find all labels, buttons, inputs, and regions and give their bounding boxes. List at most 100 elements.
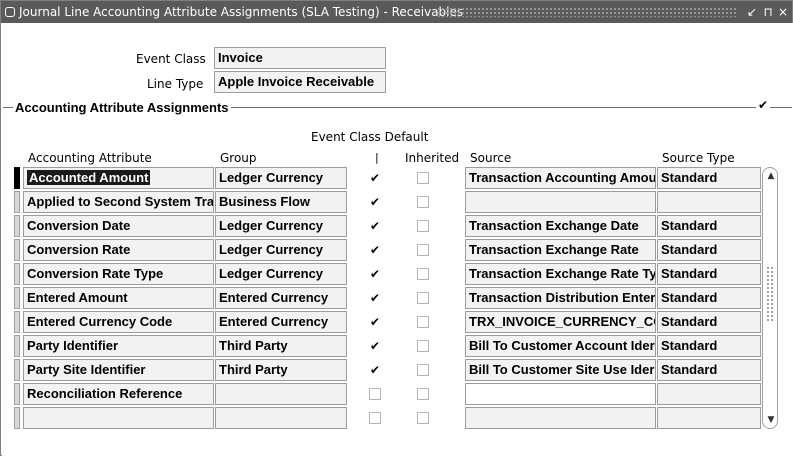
source-field[interactable]: Transaction Distribution Enter: [465, 287, 656, 309]
source-type-field[interactable]: Standard: [657, 263, 761, 285]
source-type-field[interactable]: Standard: [657, 359, 761, 381]
group-field[interactable]: Third Party: [215, 359, 347, 381]
scroll-up-icon[interactable]: ▲: [765, 170, 777, 182]
inherited-checkbox[interactable]: [417, 364, 429, 376]
row-indicator[interactable]: [14, 287, 20, 309]
group-header: Group: [220, 151, 257, 165]
group-field[interactable]: [215, 383, 347, 405]
source-field[interactable]: Transaction Exchange Rate Ty: [465, 263, 656, 285]
row-indicator[interactable]: [14, 167, 20, 189]
default-check-icon[interactable]: ✔: [369, 244, 381, 256]
source-field[interactable]: Transaction Exchange Rate: [465, 239, 656, 261]
accounting-attribute-field[interactable]: Accounted Amount: [23, 167, 214, 189]
inherited-header: Inherited: [405, 151, 460, 165]
column-separator: |: [375, 151, 379, 164]
group-field[interactable]: [215, 407, 347, 429]
source-type-field[interactable]: Standard: [657, 239, 761, 261]
window: Journal Line Accounting Attribute Assign…: [0, 0, 793, 456]
accounting-attribute-header: Accounting Attribute: [28, 151, 152, 165]
row-indicator[interactable]: [14, 239, 20, 261]
group-field[interactable]: Ledger Currency: [215, 239, 347, 261]
source-field[interactable]: Bill To Customer Site Use Ider: [465, 359, 656, 381]
scroll-grip[interactable]: [766, 266, 774, 322]
row-indicator[interactable]: [14, 383, 20, 405]
close-icon[interactable]: ×: [776, 5, 790, 19]
group-field[interactable]: Entered Currency: [215, 287, 347, 309]
event-class-label: Event Class: [136, 52, 206, 66]
inherited-checkbox[interactable]: [417, 388, 429, 400]
accounting-attribute-value: Conversion Rate: [27, 242, 131, 257]
source-field[interactable]: Bill To Customer Account Ider: [465, 335, 656, 357]
default-check-icon[interactable]: ✔: [369, 220, 381, 232]
inherited-checkbox[interactable]: [417, 172, 429, 184]
inherited-checkbox[interactable]: [417, 268, 429, 280]
source-type-field[interactable]: Standard: [657, 167, 761, 189]
accounting-attribute-field[interactable]: Conversion Date: [23, 215, 214, 237]
maximize-icon[interactable]: ⊓: [761, 5, 775, 19]
inherited-checkbox[interactable]: [417, 316, 429, 328]
row-indicator[interactable]: [14, 407, 20, 429]
source-field[interactable]: Transaction Exchange Date: [465, 215, 656, 237]
inherited-checkbox[interactable]: [417, 340, 429, 352]
inherited-checkbox[interactable]: [417, 196, 429, 208]
accounting-attribute-field[interactable]: Conversion Rate: [23, 239, 214, 261]
default-check-icon[interactable]: ✔: [369, 268, 381, 280]
event-class-field[interactable]: Invoice: [214, 47, 386, 69]
row-indicator[interactable]: [14, 215, 20, 237]
row-indicator[interactable]: [14, 359, 20, 381]
accounting-attribute-field[interactable]: Applied to Second System Tra: [23, 191, 214, 213]
source-type-field[interactable]: Standard: [657, 335, 761, 357]
group-field[interactable]: Business Flow: [215, 191, 347, 213]
title-bar[interactable]: Journal Line Accounting Attribute Assign…: [1, 1, 792, 23]
accounting-attribute-field[interactable]: [23, 407, 214, 429]
inherited-checkbox[interactable]: [417, 220, 429, 232]
group-field[interactable]: Ledger Currency: [215, 167, 347, 189]
accounting-attribute-value: Reconciliation Reference: [27, 386, 183, 401]
accounting-attribute-field[interactable]: Party Site Identifier: [23, 359, 214, 381]
source-field[interactable]: [465, 191, 656, 213]
default-check-icon[interactable]: ✔: [369, 340, 381, 352]
default-checkbox[interactable]: [369, 412, 381, 424]
vertical-scrollbar[interactable]: ▲ ▼: [762, 167, 778, 429]
group-field[interactable]: Third Party: [215, 335, 347, 357]
minimize-icon[interactable]: ↙: [745, 5, 759, 19]
row-indicator[interactable]: [14, 263, 20, 285]
row-indicator[interactable]: [14, 335, 20, 357]
row-indicator[interactable]: [14, 191, 20, 213]
default-check-icon[interactable]: ✔: [369, 196, 381, 208]
accounting-attribute-value: Party Site Identifier: [27, 362, 146, 377]
accounting-attribute-field[interactable]: Party Identifier: [23, 335, 214, 357]
source-field[interactable]: [465, 407, 656, 429]
inherited-checkbox[interactable]: [417, 292, 429, 304]
window-menu-icon[interactable]: [5, 7, 15, 17]
source-field[interactable]: TRX_INVOICE_CURRENCY_CO: [465, 311, 656, 333]
section-check-icon[interactable]: ✔: [756, 98, 770, 112]
accounting-attribute-field[interactable]: Entered Amount: [23, 287, 214, 309]
source-type-field[interactable]: Standard: [657, 215, 761, 237]
default-checkbox[interactable]: [369, 388, 381, 400]
accounting-attribute-value: Party Identifier: [27, 338, 119, 353]
group-field[interactable]: Entered Currency: [215, 311, 347, 333]
line-type-field[interactable]: Apple Invoice Receivable: [214, 71, 386, 93]
source-type-field[interactable]: Standard: [657, 287, 761, 309]
source-field[interactable]: Transaction Accounting Amou: [465, 167, 656, 189]
inherited-checkbox[interactable]: [417, 412, 429, 424]
scroll-down-icon[interactable]: ▼: [765, 414, 777, 426]
group-field[interactable]: Ledger Currency: [215, 263, 347, 285]
accounting-attribute-field[interactable]: Conversion Rate Type: [23, 263, 214, 285]
source-type-header: Source Type: [662, 151, 735, 165]
inherited-checkbox[interactable]: [417, 244, 429, 256]
default-check-icon[interactable]: ✔: [369, 292, 381, 304]
accounting-attribute-field[interactable]: Entered Currency Code: [23, 311, 214, 333]
accounting-attribute-field[interactable]: Reconciliation Reference: [23, 383, 214, 405]
source-type-field[interactable]: [657, 383, 761, 405]
source-type-field[interactable]: Standard: [657, 311, 761, 333]
source-type-field[interactable]: [657, 407, 761, 429]
row-indicator[interactable]: [14, 311, 20, 333]
source-field[interactable]: [465, 383, 656, 405]
default-check-icon[interactable]: ✔: [369, 316, 381, 328]
default-check-icon[interactable]: ✔: [369, 172, 381, 184]
default-check-icon[interactable]: ✔: [369, 364, 381, 376]
group-field[interactable]: Ledger Currency: [215, 215, 347, 237]
source-type-field[interactable]: [657, 191, 761, 213]
